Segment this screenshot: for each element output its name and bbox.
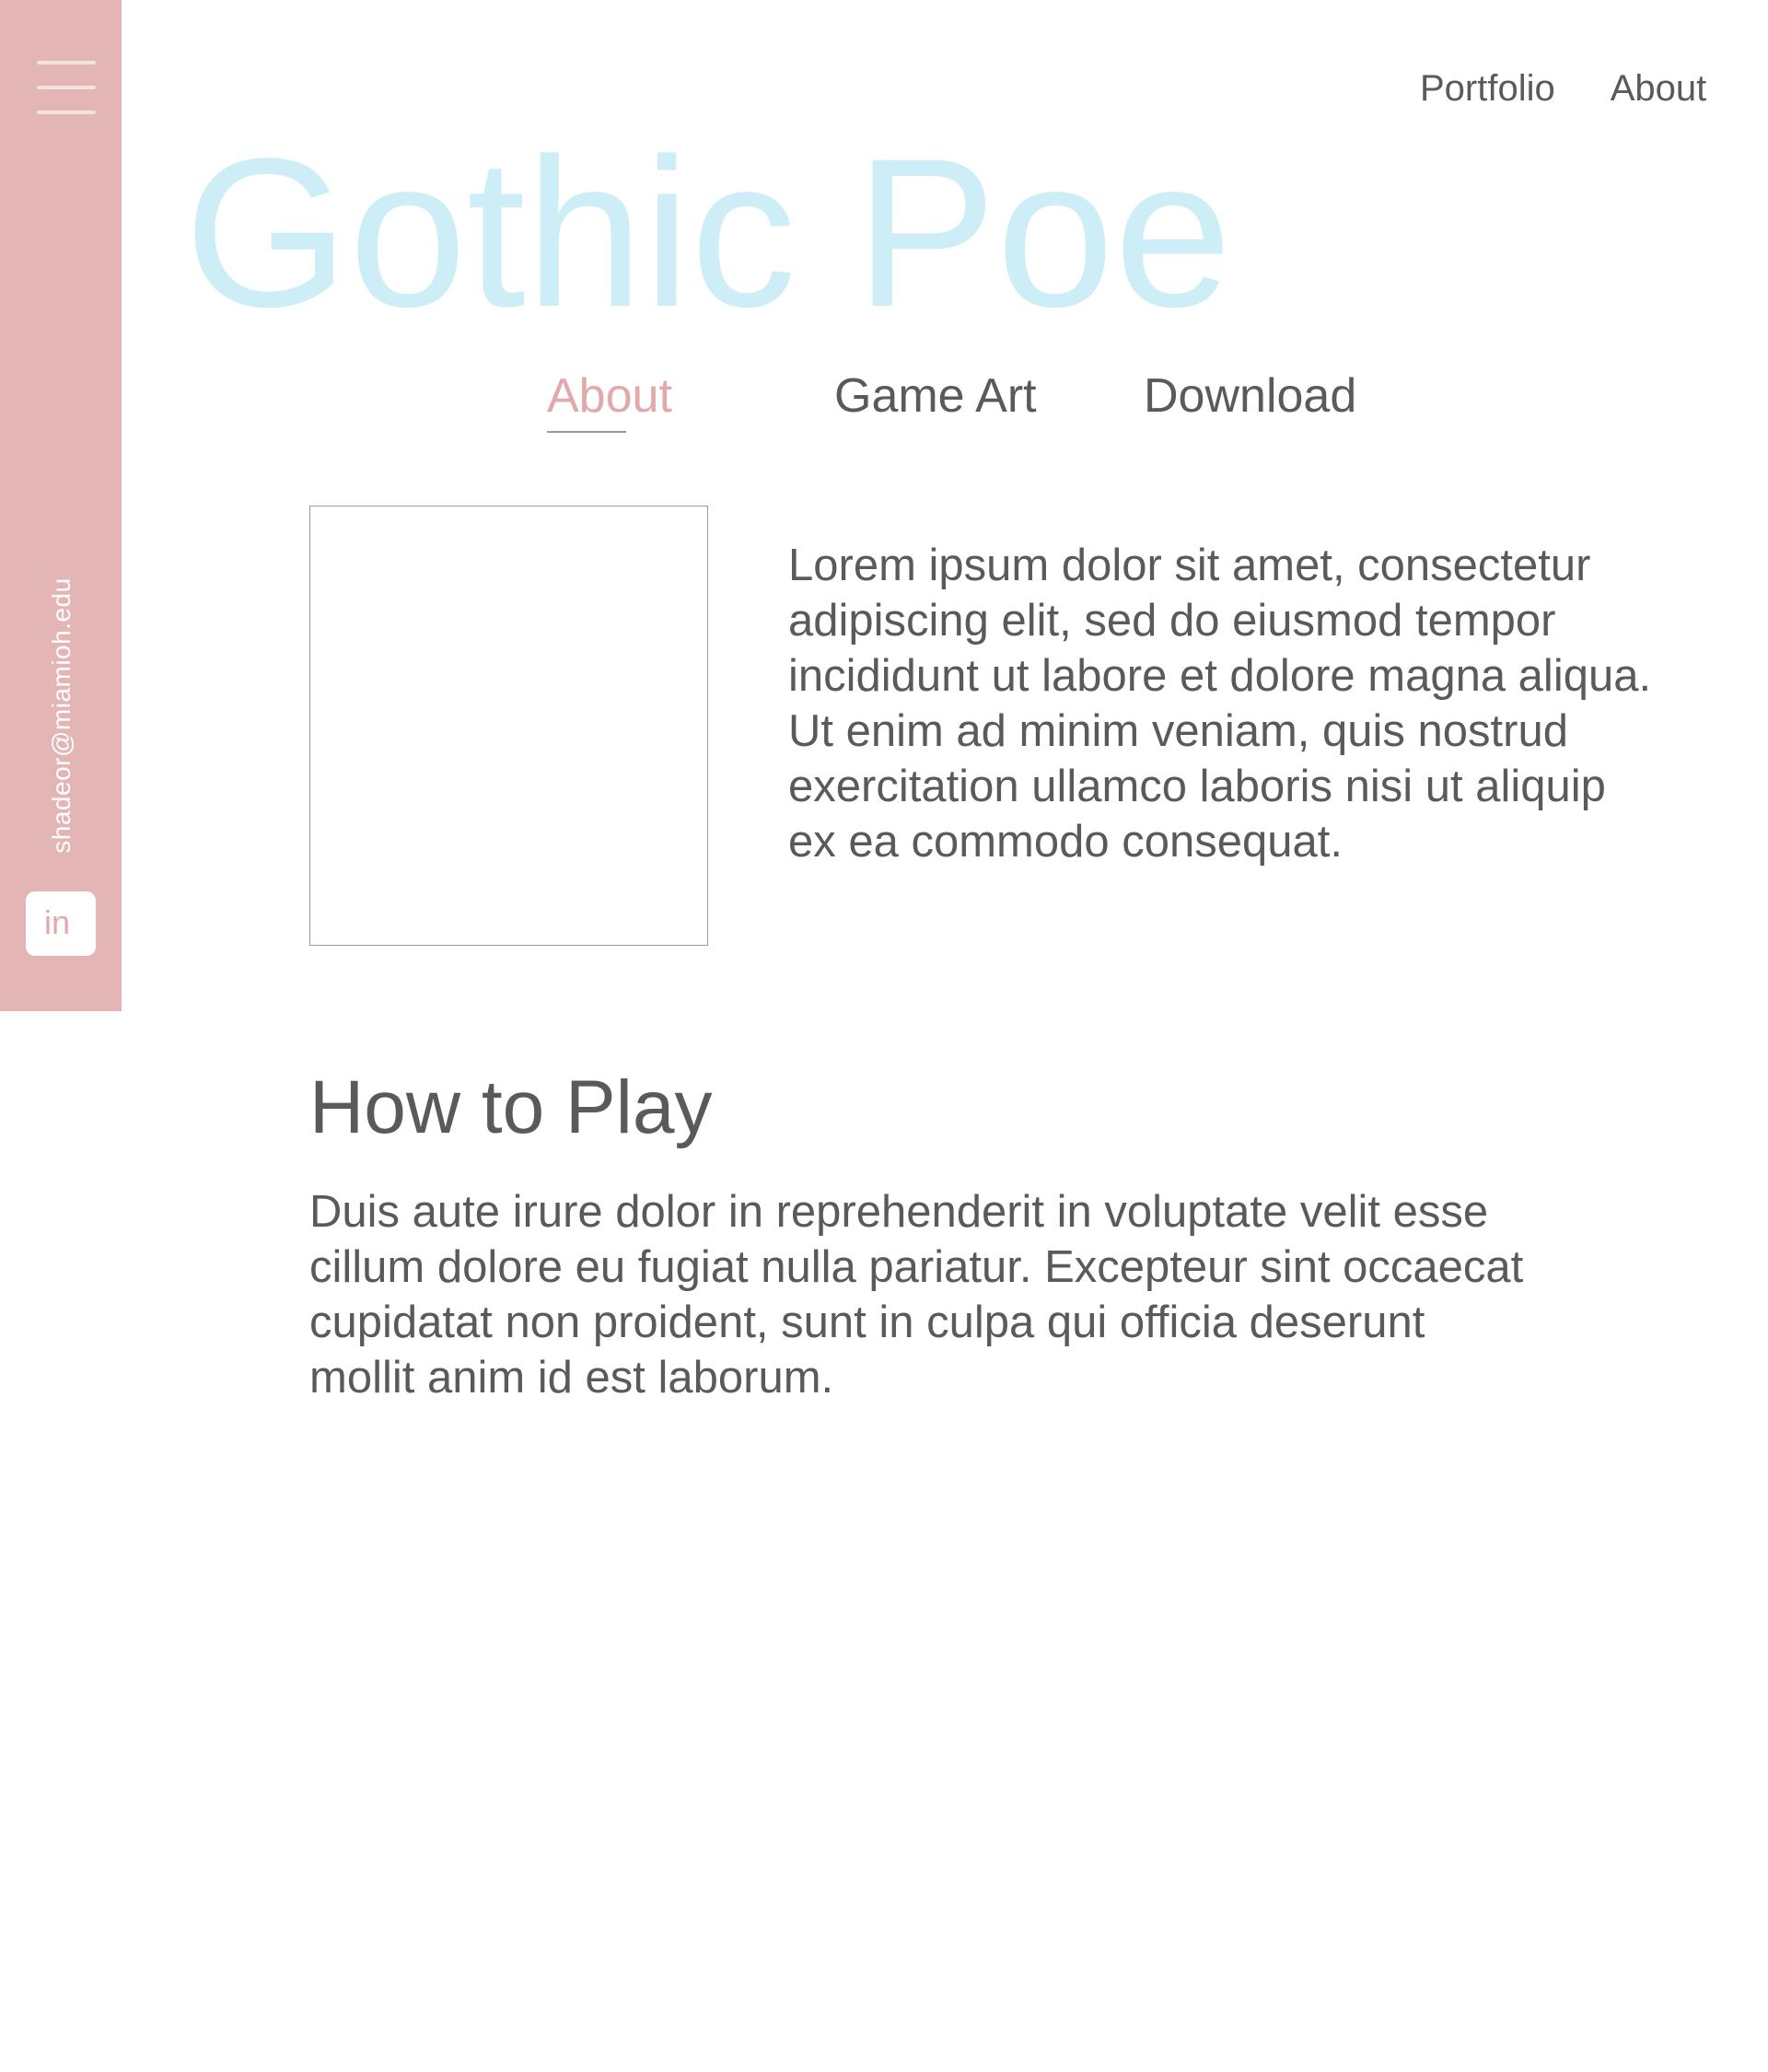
how-to-play-line: mollit anim id est laborum.: [309, 1353, 834, 1403]
tab-download[interactable]: Download: [1144, 368, 1356, 424]
top-nav: Portfolio About: [1420, 68, 1706, 110]
tab-about[interactable]: About: [547, 368, 672, 433]
contact-email-link[interactable]: shadeor@miamioh.edu: [47, 577, 76, 853]
how-to-play-line: cillum dolore eu fugiat nulla pariatur. …: [309, 1242, 1524, 1292]
linkedin-icon[interactable]: in: [26, 891, 96, 956]
sidebar: shadeor@miamioh.edu in: [0, 0, 122, 1011]
intro-line: ex ea commodo consequat.: [788, 817, 1343, 867]
linkedin-label: in: [43, 903, 71, 941]
tab-game-art[interactable]: Game Art: [834, 368, 1037, 424]
image-placeholder: [309, 506, 708, 946]
how-to-play-line: Duis aute irure dolor in reprehenderit i…: [309, 1187, 1489, 1237]
intro-line: Lorem ipsum dolor sit amet, consectetur: [788, 541, 1591, 590]
how-to-play-heading: How to Play: [309, 1065, 713, 1149]
intro-line: exercitation ullamco laboris nisi ut ali…: [788, 762, 1606, 811]
how-to-play-line: cupidatat non proident, sunt in culpa qu…: [309, 1298, 1425, 1347]
nav-link-portfolio[interactable]: Portfolio: [1420, 68, 1555, 110]
hamburger-menu-icon[interactable]: [37, 61, 96, 114]
intro-line: adipiscing elit, sed do eiusmod tempor: [788, 596, 1556, 646]
section-tabs: About Game Art Download: [547, 368, 1468, 442]
menu-bar: [37, 61, 96, 64]
intro-line: Ut enim ad minim veniam, quis nostrud: [788, 706, 1568, 756]
intro-paragraph: Lorem ipsum dolor sit amet, consectetur …: [788, 538, 1700, 869]
menu-bar: [37, 86, 96, 89]
how-to-play-paragraph: Duis aute irure dolor in reprehenderit i…: [309, 1184, 1599, 1405]
page-title: Gothic Poe: [184, 114, 1232, 351]
menu-bar: [37, 111, 96, 114]
nav-link-about[interactable]: About: [1611, 68, 1707, 110]
intro-line: incididunt ut labore et dolore magna ali…: [788, 651, 1652, 701]
